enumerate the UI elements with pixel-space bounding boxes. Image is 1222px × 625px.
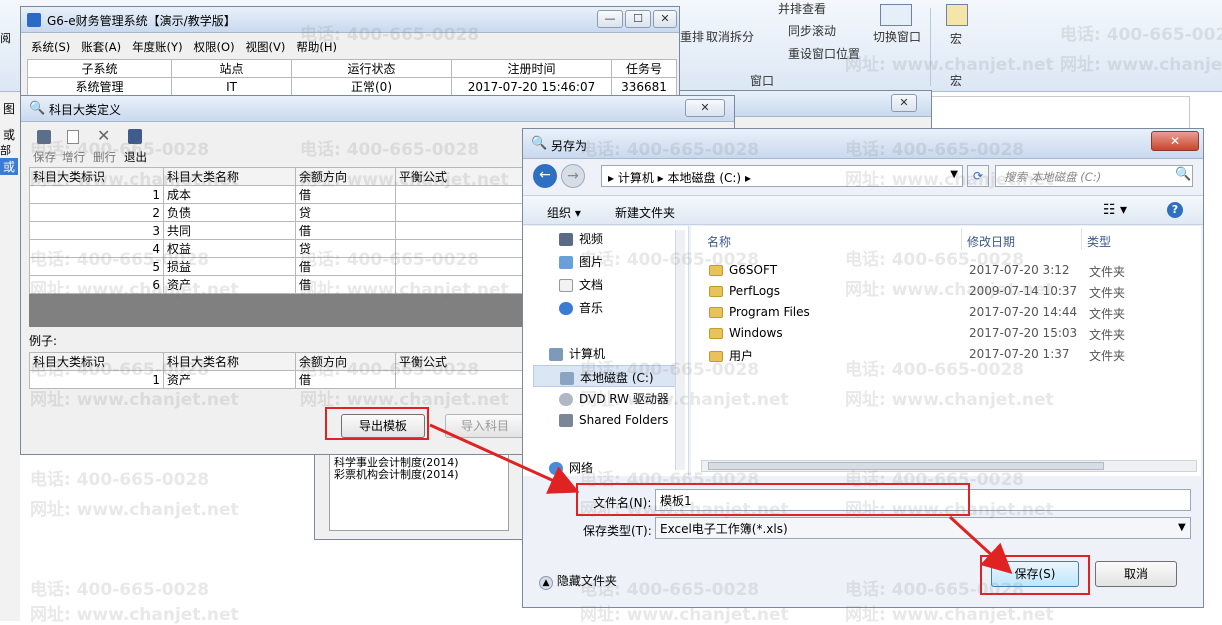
annotation-arrows [429, 423, 1013, 575]
arrow-filename-to-save [948, 515, 1013, 575]
arrow-export-to-filename [429, 423, 580, 494]
